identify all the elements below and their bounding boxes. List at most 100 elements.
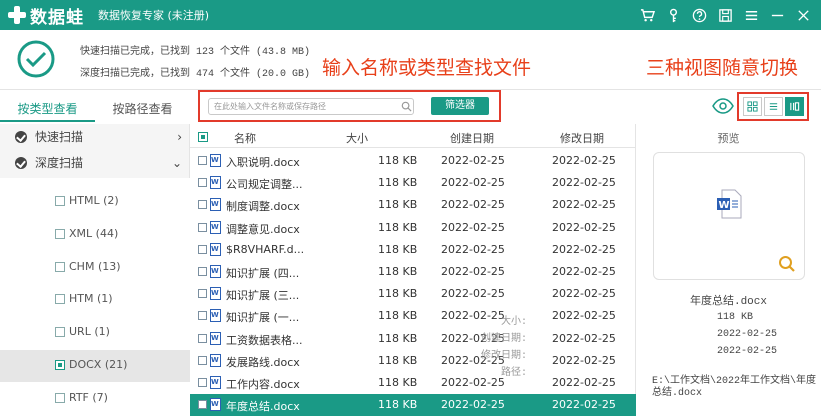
menu-icon[interactable]	[739, 3, 763, 27]
checkbox[interactable]	[55, 327, 65, 337]
table-row[interactable]: 知识扩展 (四... 118 KB 2022-02-25 2022-02-25	[190, 261, 636, 283]
cell-name: 入职说明.docx	[226, 156, 300, 169]
type-item-docx[interactable]: DOCX (21)	[0, 350, 190, 382]
list-view-button[interactable]	[764, 97, 783, 116]
checked-icon	[15, 131, 27, 143]
table-row[interactable]: 工作内容.docx 118 KB 2022-02-25 2022-02-25	[190, 372, 636, 394]
word-file-icon	[210, 265, 221, 278]
row-checkbox[interactable]	[198, 289, 207, 299]
checkbox[interactable]	[55, 262, 65, 272]
word-file-icon	[210, 309, 221, 323]
cell-created: 2022-02-25	[441, 398, 505, 412]
row-checkbox[interactable]	[198, 400, 207, 410]
cell-modified: 2022-02-25	[552, 242, 616, 256]
filter-button[interactable]: 筛选器	[431, 97, 489, 115]
cell-size: 118 KB	[378, 265, 418, 278]
column-header-created[interactable]: 创建日期	[450, 130, 494, 146]
row-checkbox[interactable]	[198, 222, 207, 232]
table-row[interactable]: 知识扩展 (三... 118 KB 2022-02-25 2022-02-25	[190, 283, 636, 305]
plus-logo-icon	[8, 6, 26, 24]
row-checkbox[interactable]	[198, 156, 207, 165]
table-row[interactable]: 入职说明.docx 118 KB 2022-02-25 2022-02-25	[190, 150, 636, 172]
cell-modified: 2022-02-25	[552, 287, 616, 301]
table-row[interactable]: 工资数据表格...118 KB2022-02-252022-02-25	[190, 328, 636, 350]
cell-created: 2022-02-25	[441, 309, 505, 323]
list-view-icon	[769, 103, 778, 110]
zoom-icon[interactable]	[778, 255, 796, 273]
minimize-icon[interactable]	[765, 3, 789, 27]
close-icon[interactable]	[791, 3, 815, 27]
table-row[interactable]: 公司规定调整... 118 KB 2022-02-25 2022-02-25	[190, 172, 636, 194]
table-row[interactable]: 制度调整.docx 118 KB 2022-02-25 2022-02-25	[190, 194, 636, 216]
table-row[interactable]: 调整意见.docx 118 KB 2022-02-25 2022-02-25	[190, 217, 636, 239]
checkbox[interactable]	[55, 196, 65, 206]
key-icon[interactable]	[661, 3, 685, 27]
row-checkbox[interactable]	[198, 178, 207, 188]
app-logo: 数据蛙	[8, 3, 84, 28]
cell-size: 118 KB	[378, 198, 418, 212]
cell-created: 2022-02-25	[441, 176, 505, 190]
type-item-label: RTF (7)	[69, 391, 108, 404]
cart-icon[interactable]	[635, 3, 659, 27]
checkbox[interactable]	[55, 393, 65, 403]
word-file-icon	[210, 198, 221, 212]
column-header-modified[interactable]: 修改日期	[560, 130, 604, 146]
app-logo-text: 数据蛙	[30, 7, 84, 28]
cell-size: 118 KB	[378, 176, 418, 190]
table-row[interactable]: 年度总结.docx 118 KB 2022-02-25 2022-02-25	[190, 394, 636, 416]
eye-icon[interactable]	[712, 98, 734, 114]
table-row[interactable]: 知识扩展 (一... 118 KB 2022-02-25 2022-02-25	[190, 305, 636, 327]
type-item-rtf[interactable]: RTF (7)	[0, 383, 190, 415]
cell-size: 118 KB	[378, 398, 418, 412]
type-item-xml[interactable]: XML (44)	[0, 219, 190, 251]
file-table: 名称 大小 创建日期 修改日期 入职说明.docx 118 KB 2022-02-2…	[190, 124, 636, 416]
tab-by-type[interactable]: 按类型查看	[0, 98, 95, 122]
cell-created: 2022-02-25	[441, 154, 505, 167]
sidebar-item-label: 快速扫描	[35, 130, 84, 144]
chevron-down-icon[interactable]: ⌄	[172, 150, 182, 176]
view-tabs: 按类型查看 按路径查看	[0, 98, 190, 122]
save-icon[interactable]	[713, 3, 737, 27]
help-icon[interactable]	[687, 3, 711, 27]
view-switcher	[737, 92, 809, 121]
type-item-htm[interactable]: HTM (1)	[0, 284, 190, 316]
column-header-size[interactable]: 大小	[346, 130, 368, 146]
grid-view-button[interactable]	[743, 97, 762, 116]
column-header-name[interactable]: 名称	[234, 130, 256, 146]
row-checkbox[interactable]	[198, 267, 207, 276]
row-checkbox[interactable]	[198, 311, 207, 321]
row-checkbox[interactable]	[198, 200, 207, 210]
type-item-label: XML (44)	[69, 227, 119, 240]
row-checkbox[interactable]	[198, 333, 207, 343]
select-all-checkbox[interactable]	[198, 132, 208, 142]
type-item-chm[interactable]: CHM (13)	[0, 252, 190, 284]
type-item-url[interactable]: URL (1)	[0, 317, 190, 349]
cell-modified: 2022-02-25	[552, 265, 616, 278]
table-row[interactable]: 发展路线.docx118 KB2022-02-252022-02-25	[190, 350, 636, 372]
chevron-right-icon[interactable]: ›	[177, 124, 182, 150]
tab-by-path[interactable]: 按路径查看	[95, 98, 190, 122]
checkbox[interactable]	[55, 360, 65, 370]
word-file-icon	[210, 376, 221, 389]
type-item-html[interactable]: HTML (2)	[0, 186, 190, 218]
cell-name: 调整意见.docx	[226, 222, 300, 236]
cell-size: 118 KB	[378, 220, 418, 234]
cell-size: 118 KB	[378, 376, 418, 389]
row-checkbox[interactable]	[198, 355, 207, 365]
type-item-label: DOCX (21)	[69, 358, 128, 371]
table-row[interactable]: $R8VHARF.d... 118 KB 2022-02-25 2022-02-25	[190, 239, 636, 261]
sidebar-item-quick-scan[interactable]: 快速扫描 ›	[0, 124, 190, 150]
table-header: 名称 大小 创建日期 修改日期	[190, 124, 636, 148]
cell-created: 2022-02-25	[441, 220, 505, 234]
row-checkbox[interactable]	[198, 244, 207, 254]
checkbox[interactable]	[55, 294, 65, 304]
cell-name: 知识扩展 (三...	[226, 289, 300, 303]
row-checkbox[interactable]	[198, 378, 207, 387]
search-input[interactable]: 在此处输入文件名称或保存路径	[208, 98, 414, 115]
checkbox[interactable]	[55, 229, 65, 239]
detail-view-button[interactable]	[785, 97, 804, 116]
sidebar-item-deep-scan[interactable]: 深度扫描 ⌄	[0, 150, 190, 176]
checked-icon	[15, 157, 27, 169]
sidebar-item-label: 深度扫描	[35, 156, 84, 170]
search-icon[interactable]	[401, 101, 412, 112]
